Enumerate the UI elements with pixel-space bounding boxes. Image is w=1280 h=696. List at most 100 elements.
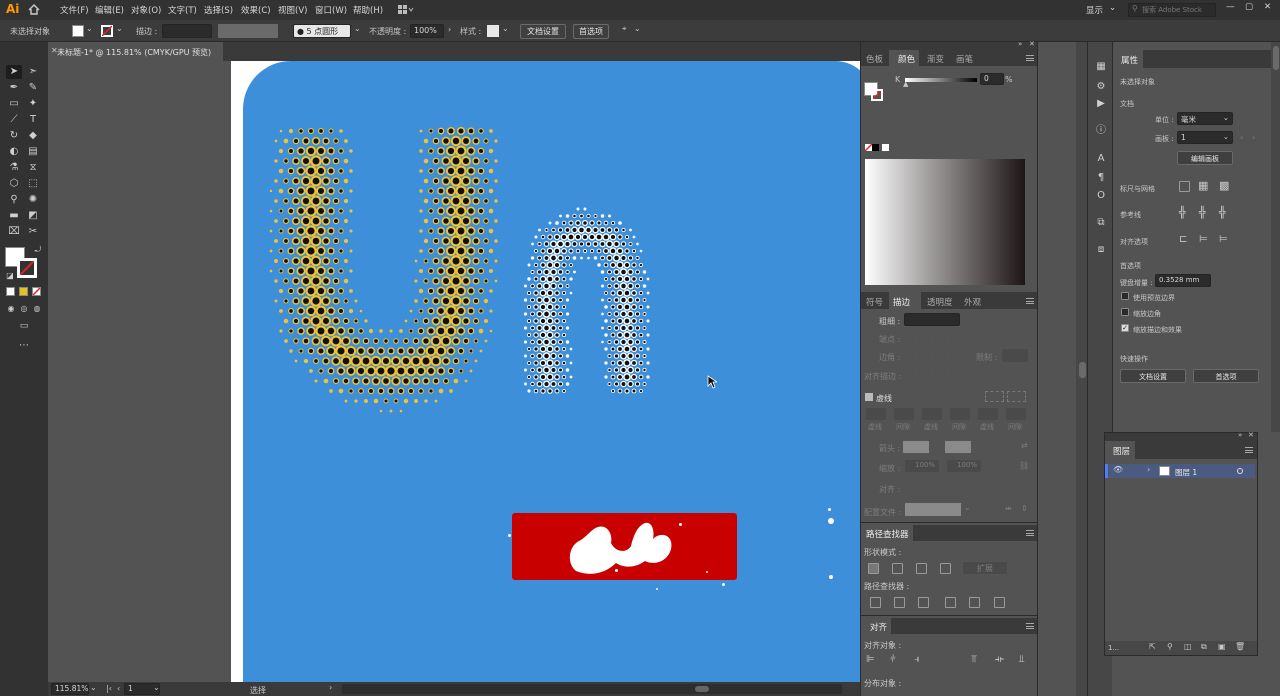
variable-width-profile[interactable] <box>218 24 278 38</box>
divide-icon[interactable] <box>870 597 881 608</box>
keyboard-increment-input[interactable]: 0.3528 mm <box>1155 274 1211 287</box>
chevron-down-icon[interactable]: ⌄ <box>153 683 160 692</box>
menu-object[interactable]: 对象(O) <box>131 4 161 16</box>
align-left-icon[interactable]: ⊫ <box>866 654 875 665</box>
properties-title[interactable]: 属性 <box>1121 54 1138 66</box>
panel-menu-icon[interactable] <box>1245 447 1253 453</box>
white-swatch[interactable] <box>882 144 889 151</box>
warp-tool-icon[interactable]: ◐ <box>7 145 21 159</box>
tab-appearance[interactable]: 外观 <box>964 296 981 308</box>
black-swatch[interactable] <box>872 144 879 151</box>
opacity-label[interactable]: 不透明度 : <box>369 26 406 37</box>
home-icon[interactable] <box>28 4 40 15</box>
start-scale-input[interactable]: 100% <box>905 460 939 472</box>
chevron-down-icon[interactable]: ⌄ <box>86 24 93 33</box>
links-icon[interactable]: ⧉ <box>1094 216 1108 230</box>
chevron-down-icon[interactable]: ⌄ <box>354 24 361 33</box>
artboard-next-icon[interactable]: › <box>1252 133 1255 142</box>
flip-along-icon[interactable]: ⇕ <box>1021 504 1028 513</box>
snap-point-icon[interactable]: ⊏ <box>1179 234 1187 245</box>
chevron-down-icon[interactable]: ⌄ <box>90 683 97 692</box>
more-tools-icon[interactable]: ⋯ <box>17 339 31 353</box>
units-select[interactable]: 毫米 ⌄ <box>1177 112 1233 125</box>
transform-icon[interactable]: ⌖ <box>622 24 627 34</box>
pen-tool-icon[interactable]: ✒ <box>7 81 21 95</box>
rulers-icon[interactable] <box>1179 181 1190 192</box>
align-outside-icon[interactable] <box>938 369 949 380</box>
stroke-swatch[interactable] <box>871 89 883 101</box>
pathfinder-title[interactable]: 路径查找器 <box>866 528 909 540</box>
transparency-grid-icon[interactable]: ▩ <box>1219 179 1229 192</box>
curvature-tool-icon[interactable]: ✎ <box>26 81 40 95</box>
rectangle-tool-icon[interactable]: ▭ <box>7 97 21 111</box>
eraser-tool-icon[interactable]: ◆ <box>26 129 40 143</box>
libraries-icon[interactable]: ▦ <box>1094 60 1108 74</box>
white-blob-shape[interactable] <box>561 501 691 591</box>
dash-align-button[interactable] <box>985 391 1004 402</box>
clipping-mask-icon[interactable]: ◫ <box>1184 642 1192 651</box>
artboard-select[interactable]: 1 ⌄ <box>1177 131 1233 144</box>
horizontal-scrollbar[interactable] <box>342 684 842 694</box>
tab-swatches[interactable]: 色板 <box>866 53 883 65</box>
dash-input-3[interactable] <box>978 408 998 420</box>
zoom-level-input[interactable]: 115.81% <box>51 683 89 695</box>
halftone-artwork[interactable] <box>231 61 860 682</box>
arrow-extend-icon[interactable] <box>905 482 916 493</box>
swap-fill-stroke-icon[interactable]: ⤾ <box>31 243 45 257</box>
type-tool-icon[interactable]: T <box>26 113 40 127</box>
scroll-thumb[interactable] <box>1273 46 1279 70</box>
round-join-icon[interactable] <box>922 350 933 361</box>
stroke-swatch[interactable] <box>101 25 113 37</box>
end-arrow-select[interactable] <box>945 441 971 453</box>
artboard-prev-icon[interactable]: ‹ <box>1240 133 1243 142</box>
opacity-input[interactable]: 100% <box>410 24 444 38</box>
opentype-icon[interactable]: O <box>1094 189 1108 203</box>
gap-input-1[interactable] <box>894 408 914 420</box>
tab-stroke[interactable]: 描边 <box>893 296 910 308</box>
draw-behind-icon[interactable]: ◎ <box>17 302 31 316</box>
align-top-icon[interactable]: ⫪ <box>971 654 977 665</box>
align-hcenter-icon[interactable]: ⫩ <box>890 654 896 665</box>
panel-menu-icon[interactable] <box>1026 623 1034 629</box>
selection-tool-icon[interactable]: ➤ <box>7 65 21 79</box>
dash-input-1[interactable] <box>866 408 886 420</box>
gradient-tool-icon[interactable]: ▤ <box>26 145 40 159</box>
menu-window[interactable]: 窗口(W) <box>315 4 347 16</box>
stroke-color-icon[interactable] <box>17 258 37 278</box>
info-icon[interactable]: ⓘ <box>1094 124 1108 138</box>
profile-select[interactable] <box>905 503 961 516</box>
weight-input[interactable] <box>904 313 960 326</box>
scale-strokes-checkbox[interactable]: ✓ <box>1121 324 1129 332</box>
limit-input[interactable] <box>1002 349 1028 362</box>
scroll-thumb[interactable] <box>695 686 709 692</box>
gradient-mode-icon[interactable] <box>19 287 28 296</box>
panel-menu-icon[interactable] <box>1026 55 1034 61</box>
tab-color[interactable]: 颜色 <box>898 53 915 65</box>
intersect-icon[interactable] <box>916 563 927 574</box>
graph-tool-icon[interactable]: ▬ <box>7 209 21 223</box>
artboard-nav-first[interactable]: |‹ <box>106 684 112 693</box>
unite-icon[interactable] <box>868 563 879 574</box>
asset-export-icon[interactable]: ⚙ <box>1094 80 1108 94</box>
color-mode-icon[interactable] <box>6 287 15 296</box>
menu-file[interactable]: 文件(F) <box>60 4 89 16</box>
trim-icon[interactable] <box>894 597 905 608</box>
new-layer-icon[interactable]: ▣ <box>1218 642 1226 651</box>
menu-effect[interactable]: 效果(C) <box>241 4 271 16</box>
actions-icon[interactable]: ▶ <box>1094 97 1108 111</box>
k-slider[interactable] <box>905 78 977 82</box>
preferences-button[interactable]: 首选项 <box>573 24 609 39</box>
locate-object-icon[interactable]: ⚲ <box>1167 642 1173 651</box>
color-spectrum[interactable] <box>865 159 1025 285</box>
direct-selection-tool-icon[interactable]: ➣ <box>26 65 40 79</box>
tab-symbols[interactable]: 符号 <box>866 296 883 308</box>
stroke-label[interactable]: 描边 : <box>136 26 157 37</box>
scale-corners-checkbox[interactable] <box>1121 308 1129 316</box>
chevron-down-icon[interactable]: ⌄ <box>502 24 509 33</box>
dash-input-2[interactable] <box>922 408 942 420</box>
close-icon[interactable]: ✕ <box>1248 431 1254 439</box>
preview-bounds-checkbox[interactable] <box>1121 292 1129 300</box>
tab-brushes[interactable]: 画笔 <box>956 53 973 65</box>
graphic-style-swatch[interactable] <box>487 25 499 37</box>
scroll-thumb[interactable] <box>1079 362 1086 378</box>
